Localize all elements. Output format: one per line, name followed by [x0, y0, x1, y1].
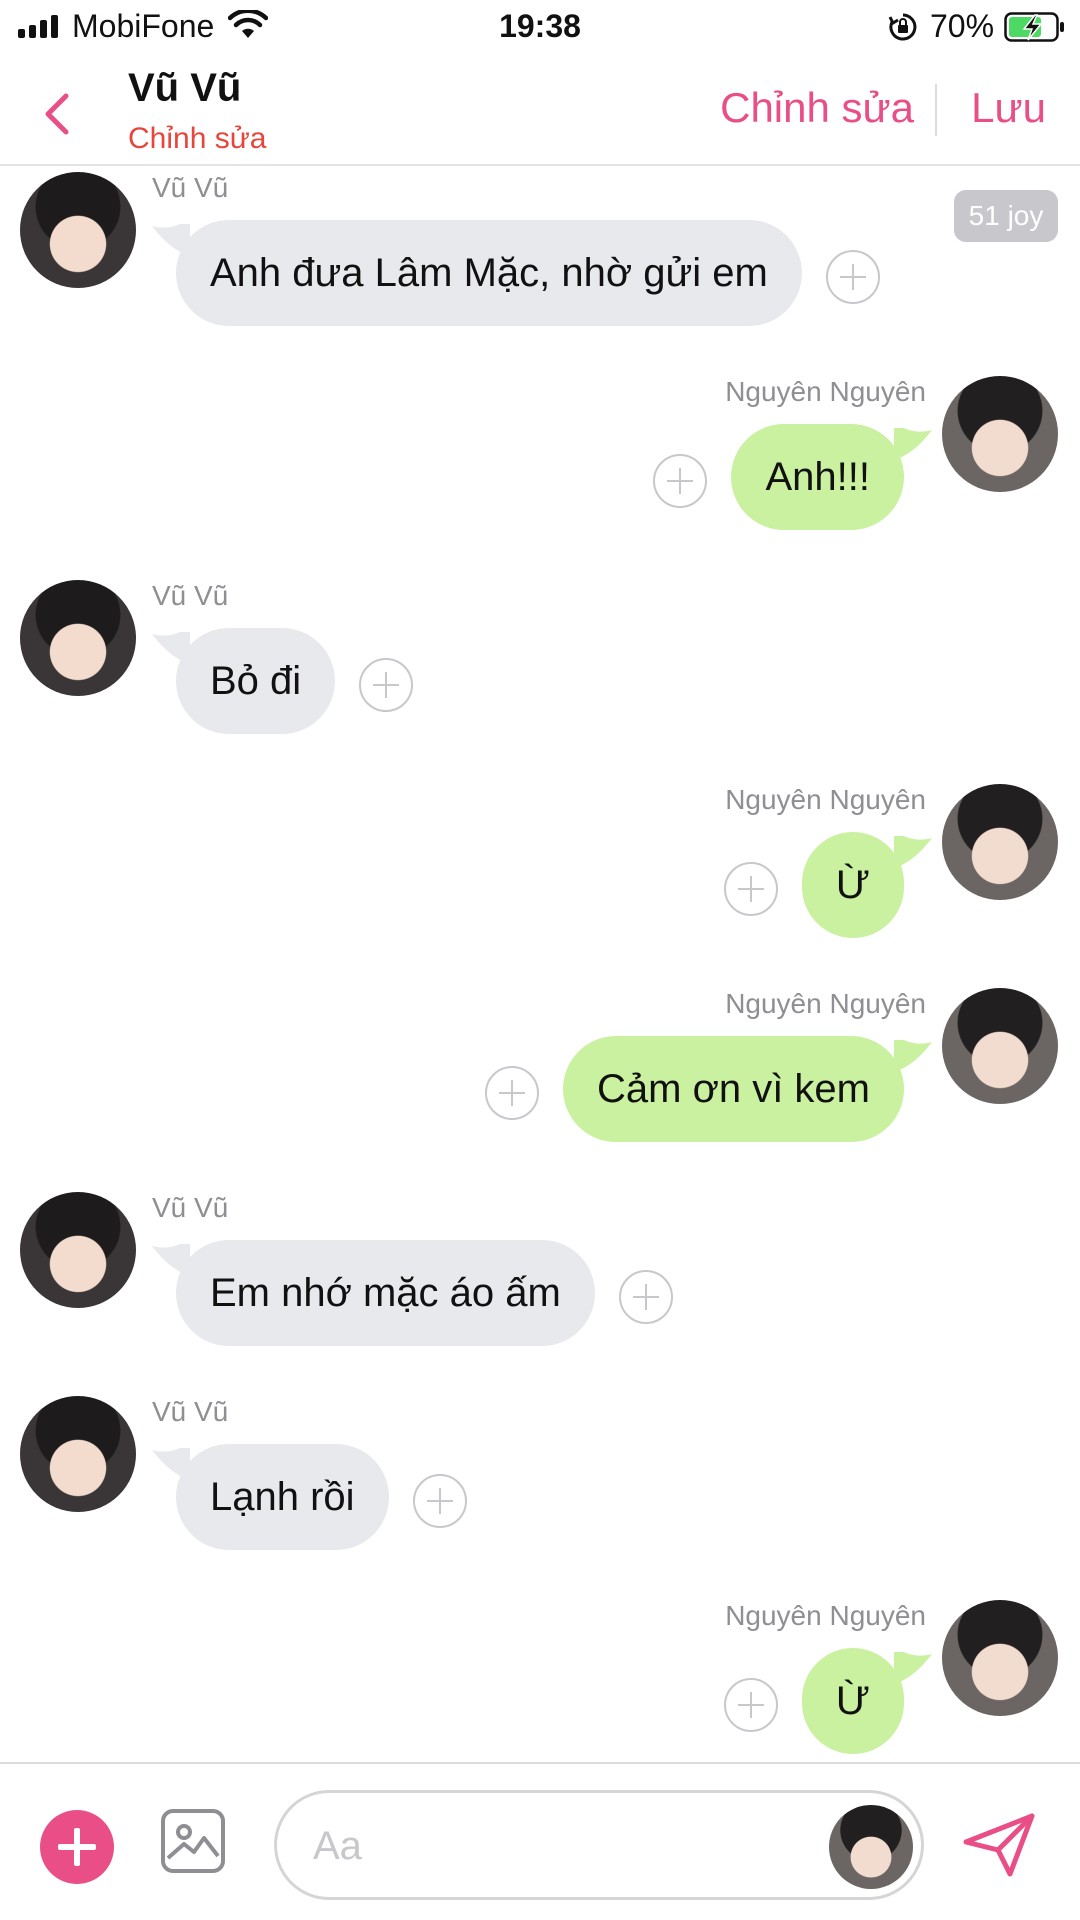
message-row: Nguyên Nguyên Ừ — [0, 780, 1080, 960]
back-button[interactable] — [36, 86, 80, 142]
composer-bar — [0, 1762, 1080, 1920]
sender-name: Vũ Vũ — [152, 1192, 229, 1223]
outgoing-message-bubble[interactable]: Cảm ơn vì kem — [563, 1036, 904, 1142]
sender-name: Nguyên Nguyên — [725, 988, 926, 1019]
add-reaction-icon[interactable] — [413, 1474, 467, 1528]
add-reaction-icon[interactable] — [653, 454, 707, 508]
sender-name: Vũ Vũ — [152, 580, 229, 611]
save-button[interactable]: Lưu — [971, 84, 1046, 132]
add-reaction-icon[interactable] — [826, 250, 880, 304]
avatar[interactable] — [942, 1600, 1058, 1716]
outgoing-message-bubble[interactable]: Ừ — [801, 832, 904, 938]
sender-name: Nguyên Nguyên — [725, 1600, 926, 1631]
edit-button[interactable]: Chỉnh sửa — [720, 84, 914, 132]
incoming-message-bubble[interactable]: Lạnh rồi — [176, 1444, 389, 1550]
sender-name: Vũ Vũ — [152, 1396, 229, 1427]
add-reaction-icon[interactable] — [359, 658, 413, 712]
battery-percent: 70% — [930, 8, 995, 44]
message-row: Nguyên Nguyên Cảm ơn vì kem — [0, 984, 1080, 1164]
contact-subtitle-edit[interactable]: Chỉnh sửa — [128, 122, 267, 156]
add-reaction-icon[interactable] — [724, 1678, 778, 1732]
avatar[interactable] — [942, 376, 1058, 492]
sender-name: Nguyên Nguyên — [725, 376, 926, 407]
contact-name: Vũ Vũ — [128, 66, 242, 110]
message-list[interactable]: 51 joy Vũ Vũ Anh đưa Lâm Mặc, nhờ gửi em N… — [0, 168, 1080, 1762]
outgoing-message-bubble[interactable]: Anh!!! — [731, 424, 904, 530]
plus-icon[interactable] — [40, 1810, 114, 1884]
message-row: Vũ Vũ Lạnh rồi — [0, 1392, 1080, 1572]
avatar[interactable] — [20, 1396, 136, 1512]
add-reaction-icon[interactable] — [724, 862, 778, 916]
message-input-box — [274, 1790, 924, 1900]
chevron-left-icon — [45, 93, 69, 135]
message-row: Vũ Vũ Anh đưa Lâm Mặc, nhờ gửi em — [0, 168, 1080, 348]
add-reaction-icon[interactable] — [485, 1066, 539, 1120]
message-row: Nguyên Nguyên Ừ — [0, 1596, 1080, 1762]
message-row: Nguyên Nguyên Anh!!! — [0, 372, 1080, 552]
incoming-message-bubble[interactable]: Anh đưa Lâm Mặc, nhờ gửi em — [176, 220, 802, 326]
chat-screen: MobiFone 19:38 70% Vũ Vũ Chỉnh sửa Chỉnh… — [0, 0, 1080, 1920]
message-input[interactable] — [313, 1813, 793, 1879]
image-icon[interactable] — [160, 1808, 226, 1879]
sender-name: Vũ Vũ — [152, 172, 229, 203]
avatar[interactable] — [942, 784, 1058, 900]
add-reaction-icon[interactable] — [619, 1270, 673, 1324]
avatar[interactable] — [20, 580, 136, 696]
message-row: Vũ Vũ Em nhớ mặc áo ấm — [0, 1188, 1080, 1368]
sender-avatar-switch[interactable] — [829, 1805, 913, 1889]
joy-badge[interactable]: 51 joy — [954, 190, 1058, 242]
sender-name: Nguyên Nguyên — [725, 784, 926, 815]
clock: 19:38 — [499, 8, 581, 44]
status-bar: MobiFone 19:38 70% — [0, 0, 1080, 56]
send-icon[interactable] — [962, 1812, 1038, 1883]
message-row: Vũ Vũ Bỏ đi — [0, 576, 1080, 756]
header-divider — [935, 84, 937, 136]
avatar[interactable] — [942, 988, 1058, 1104]
incoming-message-bubble[interactable]: Bỏ đi — [176, 628, 336, 734]
incoming-message-bubble[interactable]: Em nhớ mặc áo ấm — [176, 1240, 595, 1346]
avatar[interactable] — [20, 1192, 136, 1308]
outgoing-message-bubble[interactable]: Ừ — [801, 1648, 904, 1754]
chat-header: Vũ Vũ Chỉnh sửa Chỉnh sửa Lưu — [0, 56, 1080, 166]
orientation-lock-icon — [888, 12, 918, 47]
battery-charging-icon — [1004, 12, 1066, 47]
avatar[interactable] — [20, 172, 136, 288]
